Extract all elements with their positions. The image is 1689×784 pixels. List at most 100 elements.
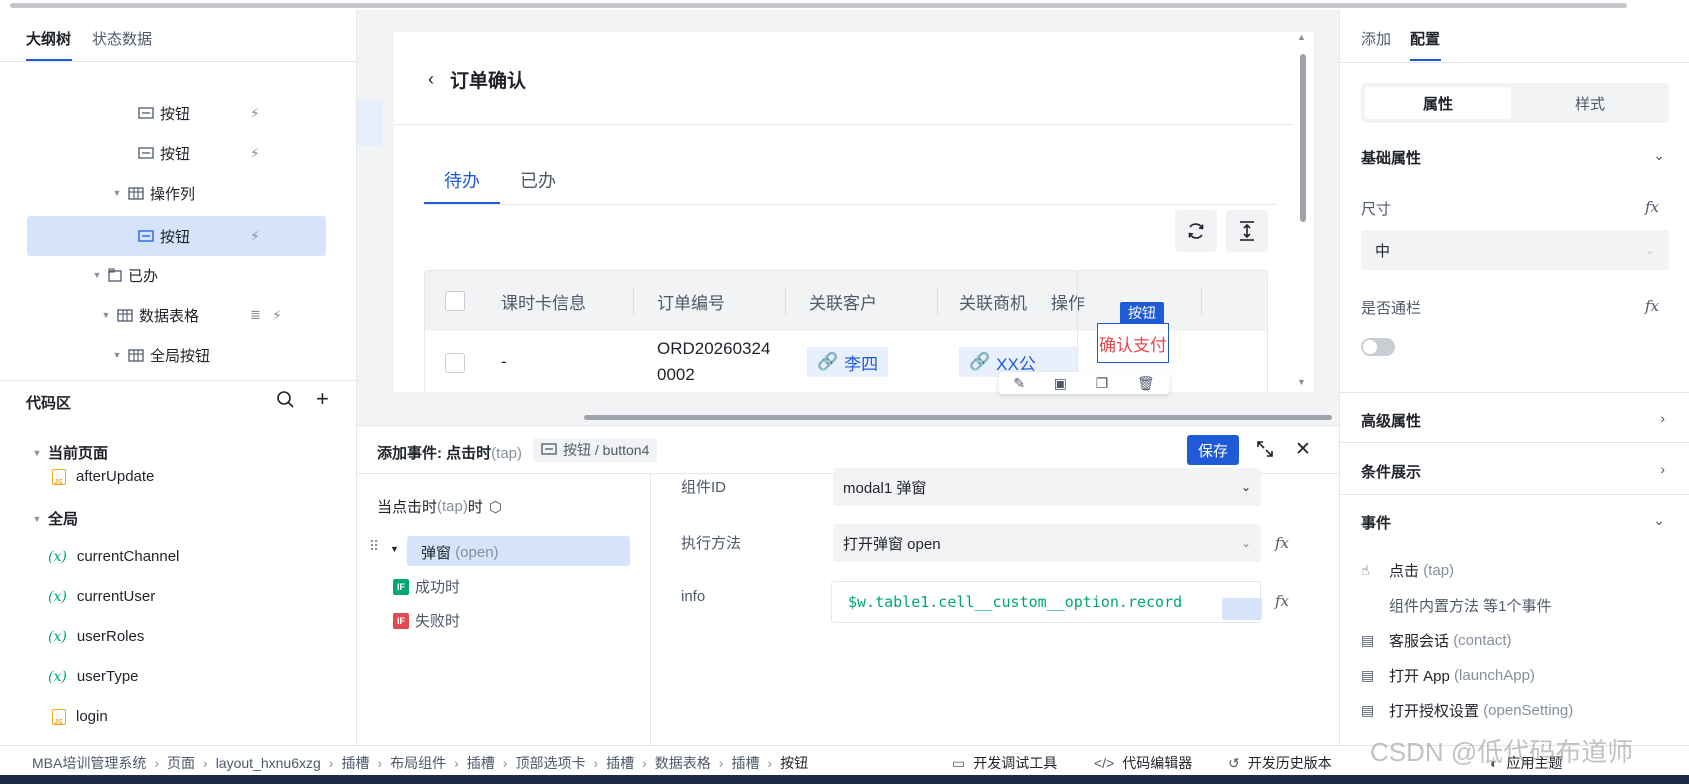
- code-var-item[interactable]: (x) userType: [48, 668, 139, 685]
- top-scrollbar[interactable]: [0, 0, 1689, 10]
- breadcrumb-item[interactable]: MBA培训管理系统: [32, 753, 146, 773]
- fx-icon[interactable]: fx: [1645, 198, 1659, 216]
- drag-handle-icon[interactable]: ⠿: [369, 538, 379, 555]
- copy-icon[interactable]: ❐: [1096, 375, 1109, 392]
- code-item-after-update[interactable]: afterUpdate: [52, 468, 154, 486]
- code-item-login[interactable]: login: [52, 708, 108, 726]
- fx-icon[interactable]: fx: [1275, 592, 1289, 610]
- column-header[interactable]: 订单编号: [657, 289, 725, 314]
- breadcrumb-item[interactable]: 插槽: [606, 753, 634, 773]
- method-select[interactable]: 打开弹窗 open ⌄: [833, 524, 1261, 562]
- caret-down-icon[interactable]: ▼: [101, 310, 111, 320]
- success-branch[interactable]: IF 成功时: [393, 576, 460, 597]
- breadcrumb-item[interactable]: 插槽: [467, 753, 495, 773]
- tree-node-done[interactable]: ▼ 已办: [92, 255, 158, 295]
- chevron-right-icon[interactable]: ›: [1660, 461, 1665, 477]
- search-icon[interactable]: [276, 390, 294, 411]
- edit-icon[interactable]: ✎: [1013, 375, 1025, 392]
- tree-node-data-table[interactable]: ▼ 数据表格: [101, 295, 199, 335]
- chevron-down-icon[interactable]: ⌄: [1653, 512, 1665, 529]
- scroll-thumb[interactable]: [1300, 54, 1306, 222]
- tab-done[interactable]: 已办: [520, 167, 556, 193]
- component-id-select[interactable]: modal1 弹窗 ⌄: [833, 468, 1261, 506]
- expand-editor-icon[interactable]: [1222, 598, 1262, 620]
- left-tabs: 大纲树 状态数据: [0, 10, 356, 62]
- tab-add[interactable]: 添加: [1361, 28, 1391, 49]
- row-height-button[interactable]: [1226, 210, 1268, 252]
- breadcrumb-item[interactable]: 布局组件: [390, 753, 446, 773]
- events-section[interactable]: 事件: [1361, 512, 1391, 533]
- tab-outline-tree[interactable]: 大纲树: [26, 28, 71, 49]
- fail-branch[interactable]: IF 失败时: [393, 610, 460, 631]
- advanced-properties-section[interactable]: 高级属性: [1361, 410, 1421, 431]
- breadcrumb-item[interactable]: 插槽: [731, 753, 759, 773]
- dev-debug-tool-button[interactable]: ▭ 开发调试工具: [952, 753, 1057, 773]
- chevron-right-icon[interactable]: ›: [1660, 410, 1665, 426]
- event-launch-app[interactable]: ▤ 打开 App (launchApp): [1361, 665, 1535, 686]
- caret-down-icon[interactable]: ▼: [92, 270, 102, 280]
- canvas-horizontal-scrollbar[interactable]: [584, 413, 1332, 421]
- code-var-item[interactable]: (x) currentChannel: [48, 548, 179, 565]
- conditional-display-section[interactable]: 条件展示: [1361, 461, 1421, 482]
- save-button[interactable]: 保存: [1187, 435, 1239, 465]
- customer-link[interactable]: 🔗 李四: [807, 347, 889, 377]
- code-group-global[interactable]: ▼ 全局: [32, 508, 78, 529]
- breadcrumb-item[interactable]: 数据表格: [655, 753, 711, 773]
- event-contact[interactable]: ▤ 客服会话 (contact): [1361, 630, 1512, 651]
- canvas-vertical-scrollbar[interactable]: ▲ ▼: [1296, 32, 1310, 392]
- back-arrow-icon[interactable]: ‹: [428, 69, 434, 90]
- tab-todo[interactable]: 待办: [444, 167, 480, 193]
- column-header[interactable]: 课时卡信息: [501, 289, 586, 314]
- segment-properties[interactable]: 属性: [1365, 87, 1511, 119]
- close-icon[interactable]: ✕: [1295, 438, 1311, 461]
- settings-hex-icon[interactable]: ⬡: [489, 498, 502, 516]
- event-click-summary[interactable]: 组件内置方法 等1个事件: [1389, 595, 1552, 616]
- info-expression-input[interactable]: $w.table1.cell__custom__option.record: [831, 581, 1262, 623]
- chevron-down-icon[interactable]: ⌄: [1653, 147, 1665, 164]
- expand-icon[interactable]: [1255, 439, 1275, 462]
- event-open-setting[interactable]: ▤ 打开授权设置 (openSetting): [1361, 700, 1573, 721]
- caret-down-icon[interactable]: ▼: [112, 350, 122, 360]
- refresh-icon: [1188, 223, 1204, 239]
- save-icon[interactable]: ▣: [1054, 375, 1067, 392]
- code-var-item[interactable]: (x) currentUser: [48, 588, 155, 605]
- confirm-pay-button[interactable]: 确认支付: [1097, 323, 1169, 363]
- scroll-down-icon[interactable]: ▼: [1297, 377, 1306, 387]
- refresh-button[interactable]: [1175, 210, 1217, 252]
- tree-node-button[interactable]: 按钮: [138, 133, 190, 173]
- caret-down-icon[interactable]: ▼: [112, 188, 122, 198]
- tree-node-action-column[interactable]: ▼ 操作列: [112, 173, 195, 213]
- tab-state-data[interactable]: 状态数据: [92, 28, 152, 49]
- scroll-up-icon[interactable]: ▲: [1297, 32, 1306, 42]
- breadcrumb-item-current[interactable]: 按钮: [780, 753, 808, 773]
- caret-down-icon[interactable]: ▼: [390, 544, 399, 554]
- tree-node-global-buttons[interactable]: ▼ 全局按钮: [112, 335, 210, 375]
- size-select[interactable]: 中 ⌄: [1361, 230, 1669, 270]
- fx-icon[interactable]: fx: [1645, 297, 1659, 315]
- tab-config[interactable]: 配置: [1410, 28, 1440, 49]
- row-checkbox[interactable]: [445, 353, 465, 373]
- breadcrumb-item[interactable]: layout_hxnu6xzg: [216, 755, 321, 771]
- event-click[interactable]: ☝ 点击 (tap): [1361, 560, 1454, 581]
- breadcrumb-item[interactable]: 插槽: [341, 753, 369, 773]
- add-icon[interactable]: +: [316, 386, 329, 412]
- code-group-current-page[interactable]: ▼ 当前页面: [32, 442, 108, 463]
- dev-history-button[interactable]: ↺ 开发历史版本: [1228, 753, 1332, 773]
- tree-node-button[interactable]: 按钮: [138, 93, 190, 133]
- code-editor-button[interactable]: </> 代码编辑器: [1094, 753, 1192, 773]
- fx-icon[interactable]: fx: [1275, 534, 1289, 552]
- tree-node-button-selected[interactable]: 按钮: [27, 216, 326, 256]
- top-scrollbar-track[interactable]: [10, 3, 1627, 8]
- column-header[interactable]: 关联客户: [809, 289, 877, 314]
- breadcrumb-item[interactable]: 页面: [167, 753, 195, 773]
- basic-properties-section[interactable]: 基础属性: [1361, 147, 1421, 168]
- code-var-item[interactable]: (x) userRoles: [48, 628, 144, 645]
- column-header[interactable]: 关联商机: [959, 289, 1027, 314]
- scroll-thumb[interactable]: [584, 415, 1332, 420]
- breadcrumb-item[interactable]: 顶部选项卡: [515, 753, 585, 773]
- column-header[interactable]: 操作: [1051, 289, 1085, 314]
- segment-style[interactable]: 样式: [1515, 87, 1665, 119]
- select-all-checkbox[interactable]: [445, 291, 465, 311]
- full-width-toggle[interactable]: [1361, 338, 1395, 356]
- delete-icon[interactable]: 🗑: [1137, 375, 1155, 392]
